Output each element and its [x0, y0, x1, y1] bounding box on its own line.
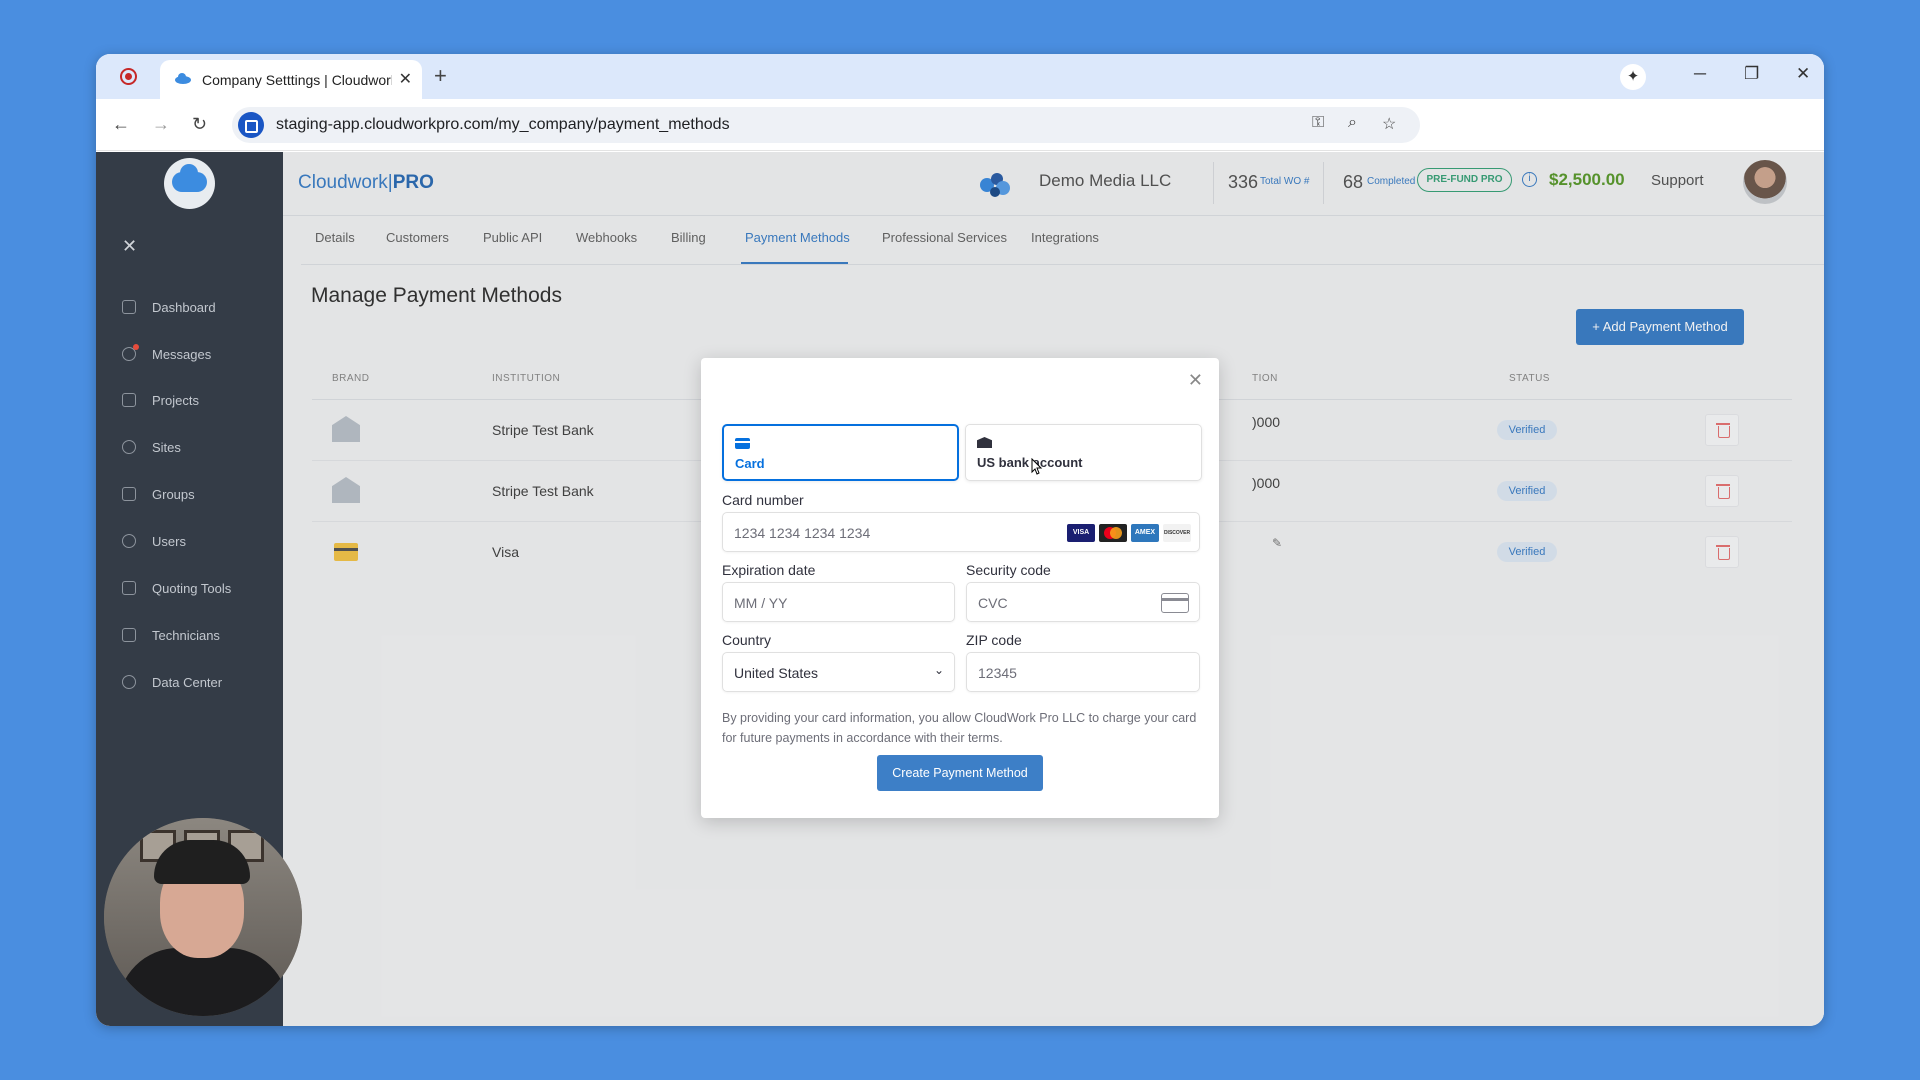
home-icon	[122, 300, 136, 314]
cloud-logo-icon	[172, 164, 207, 192]
card-number-placeholder: 1234 1234 1234 1234	[734, 525, 871, 541]
hash-icon	[122, 487, 136, 501]
location-pin-icon	[122, 440, 136, 454]
zoom-icon[interactable]: ⌕	[1348, 114, 1357, 132]
gemini-icon[interactable]: ✦	[1620, 64, 1646, 90]
sidebar-item-label: Technicians	[152, 627, 220, 643]
security-code-placeholder: CVC	[978, 595, 1008, 611]
sidebar-item-messages[interactable]: Messages	[122, 342, 211, 366]
unread-dot	[133, 344, 139, 350]
sidebar-close-icon[interactable]: ✕	[122, 236, 137, 257]
back-icon[interactable]: ←	[112, 114, 130, 135]
sidebar-item-label: Groups	[152, 486, 195, 502]
zip-code-placeholder: 12345	[978, 665, 1017, 681]
address-bar: ← → ↻ staging-app.cloudworkpro.com/my_co…	[96, 99, 1824, 151]
sidebar-item-groups[interactable]: Groups	[122, 482, 195, 506]
browser-tab[interactable]: Company Setttings | Cloudwork ✕	[160, 60, 422, 99]
card-number-label: Card number	[722, 492, 804, 508]
record-icon[interactable]	[120, 68, 137, 85]
site-info-icon[interactable]	[238, 112, 264, 138]
expiration-placeholder: MM / YY	[734, 595, 788, 611]
security-code-input[interactable]: CVC	[966, 582, 1200, 622]
sidebar-item-label: Projects	[152, 392, 199, 408]
card-icon	[735, 438, 750, 449]
payment-tab-us-bank-account[interactable]: US bank account	[965, 424, 1202, 481]
window-close-icon[interactable]: ✕	[1796, 64, 1810, 84]
calculator-icon	[122, 581, 136, 595]
users-icon	[122, 534, 136, 548]
webcam-overlay	[104, 818, 302, 1016]
zip-code-input[interactable]: 12345	[966, 652, 1200, 692]
expiration-input[interactable]: MM / YY	[722, 582, 955, 622]
restore-icon[interactable]: ❐	[1744, 64, 1759, 84]
sidebar-item-quoting-tools[interactable]: Quoting Tools	[122, 576, 231, 600]
omnibox[interactable]: staging-app.cloudworkpro.com/my_company/…	[232, 107, 1420, 143]
country-select[interactable]: United States ⌄	[722, 652, 955, 692]
modal-close-icon[interactable]: ✕	[1188, 370, 1203, 391]
chevron-down-icon: ⌄	[933, 663, 944, 677]
sidebar-item-label: Quoting Tools	[152, 580, 232, 596]
sidebar-item-label: Users	[152, 533, 186, 549]
security-code-label: Security code	[966, 562, 1051, 578]
pie-chart-icon	[122, 675, 136, 689]
sidebar-item-dashboard[interactable]: Dashboard	[122, 295, 216, 319]
person-cap	[154, 840, 250, 884]
app-logo[interactable]	[164, 158, 215, 209]
person-body	[118, 948, 288, 1016]
sidebar-item-label: Sites	[152, 439, 181, 455]
sidebar-item-projects[interactable]: Projects	[122, 388, 199, 412]
password-key-icon[interactable]: ⚿	[1312, 114, 1324, 132]
add-payment-method-modal: ✕ Card US bank account Card number 1234 …	[701, 358, 1219, 818]
sidebar-item-label: Data Center	[152, 674, 223, 690]
visa-icon: VISA	[1067, 524, 1095, 542]
zip-code-label: ZIP code	[966, 632, 1022, 648]
chat-icon	[122, 344, 139, 361]
sidebar-item-users[interactable]: Users	[122, 529, 186, 553]
sidebar-item-label: Messages	[152, 346, 212, 362]
mouse-cursor-icon	[1031, 458, 1043, 475]
cvc-card-icon	[1161, 593, 1189, 613]
sidebar-item-data-center[interactable]: Data Center	[122, 670, 222, 694]
bank-icon	[977, 437, 992, 448]
create-payment-method-button[interactable]: Create Payment Method	[877, 755, 1043, 791]
terms-text: By providing your card information, you …	[722, 711, 1197, 745]
url-text[interactable]: staging-app.cloudworkpro.com/my_company/…	[276, 116, 730, 134]
card-number-input[interactable]: 1234 1234 1234 1234 VISA AMEX DISCOVER	[722, 512, 1200, 552]
discover-icon: DISCOVER	[1163, 524, 1191, 542]
tab-strip: Company Setttings | Cloudwork ✕ + ✦ ─ ❐ …	[96, 54, 1824, 99]
sidebar-item-label: Dashboard	[152, 299, 216, 315]
tab-close-icon[interactable]: ✕	[399, 69, 412, 89]
payment-tab-label: US bank account	[977, 455, 1083, 470]
country-value: United States	[734, 665, 819, 681]
new-tab-icon[interactable]: +	[434, 63, 447, 89]
reload-icon[interactable]: ↻	[192, 114, 207, 135]
tab-title: Company Setttings | Cloudwork	[202, 72, 392, 88]
country-label: Country	[722, 632, 772, 648]
id-card-icon	[122, 628, 136, 642]
payment-tab-card[interactable]: Card	[722, 424, 959, 481]
bookmark-star-icon[interactable]: ☆	[1382, 114, 1396, 134]
folder-icon	[122, 393, 136, 407]
forward-icon[interactable]: →	[152, 114, 170, 135]
expiration-label: Expiration date	[722, 562, 816, 578]
mastercard-icon	[1099, 524, 1127, 542]
sidebar-item-technicians[interactable]: Technicians	[122, 623, 220, 647]
amex-icon: AMEX	[1131, 524, 1159, 542]
minimize-icon[interactable]: ─	[1694, 64, 1706, 84]
payment-tab-label: Card	[735, 456, 765, 471]
sidebar-item-sites[interactable]: Sites	[122, 435, 181, 459]
cloud-favicon-icon	[175, 73, 191, 84]
